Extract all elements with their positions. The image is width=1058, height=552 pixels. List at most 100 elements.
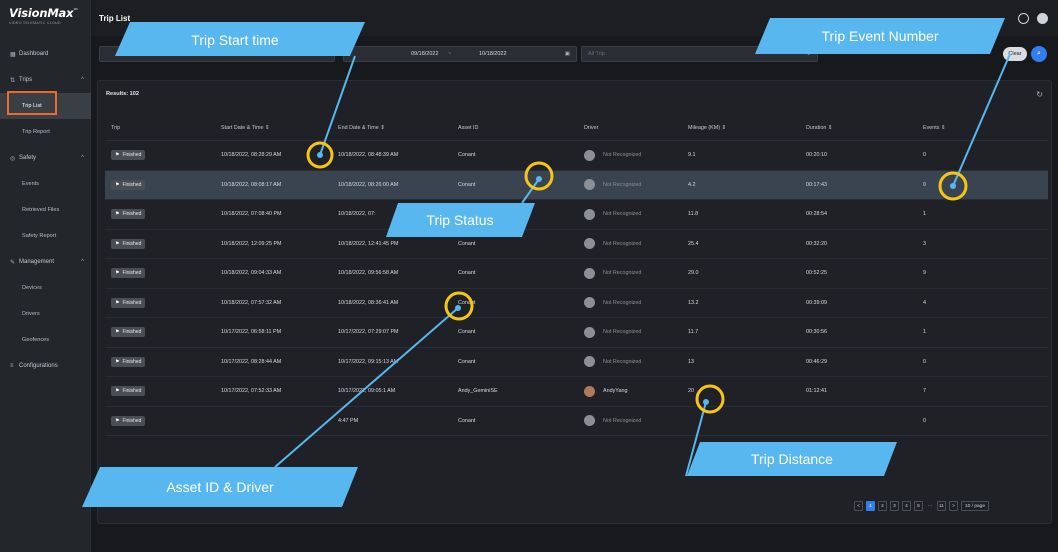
results-count: Results: 102 xyxy=(106,91,139,97)
trip-filter-value: All Trip xyxy=(588,51,605,57)
table-row[interactable]: ⚑ Finished 4:47 PM Conant Not Recognized 0 xyxy=(105,407,1048,436)
sidebar-item-trip-report[interactable]: Trip Report xyxy=(0,119,91,145)
driver-avatar-icon xyxy=(584,238,595,250)
table-row[interactable]: ⚑ Finished 10/18/2022, 07:08:40 PM 10/18/20… xyxy=(105,200,1048,230)
driver-avatar-icon xyxy=(584,208,595,220)
sidebar-item-retrieved-files[interactable]: Retrieved Files xyxy=(0,197,91,223)
flag-icon: ⚑ xyxy=(115,270,120,277)
page-size-select[interactable]: 10 / page xyxy=(961,501,989,511)
page-button[interactable]: 4 xyxy=(902,501,911,511)
flag-icon: ⚑ xyxy=(115,299,120,306)
next-page-icon[interactable]: > xyxy=(949,501,958,511)
sidebar-item-label: Retrieved Files xyxy=(22,207,60,213)
duration-cell: 00:39:09 xyxy=(806,299,827,306)
logo-subtitle: VIDEO TELEMATIC CLOUD xyxy=(9,21,61,25)
results-panel: Results: 102 ↻ Trip Start Date & Time ⇕ En… xyxy=(97,80,1052,524)
sidebar-item-safety[interactable]: ◎ Safety ^ xyxy=(0,145,91,171)
end-cell: 10/17/2022, 09:05:1 AM xyxy=(338,388,396,395)
sidebar-item-events[interactable]: Events xyxy=(0,171,91,197)
search-input[interactable] xyxy=(99,46,335,62)
date-range-picker[interactable]: 09/18/2022 ~ 10/18/2022 ▣ xyxy=(343,46,577,62)
driver-name: Not Recognized xyxy=(603,417,642,424)
table-row[interactable]: ⚑ Finished 10/17/2022, 06:58:11 PM 10/17/20… xyxy=(105,318,1048,348)
table-row[interactable]: ⚑ Finished 10/18/2022, 09:04:33 AM 10/18/20… xyxy=(105,259,1048,289)
safety-icon: ◎ xyxy=(10,155,16,162)
start-cell: 10/18/2022, 07:57:32 AM xyxy=(221,299,282,306)
mileage-cell: 9.1 xyxy=(688,152,696,159)
mileage-cell: 29.0 xyxy=(688,270,699,277)
driver-name: AndyYang xyxy=(603,388,628,395)
search-button[interactable]: ⌕ xyxy=(1031,46,1047,62)
column-header[interactable]: End Date & Time ⇕ xyxy=(338,125,458,131)
events-cell: 0 xyxy=(923,358,926,365)
sidebar-item-label: Management xyxy=(19,259,55,265)
date-to: 10/18/2022 xyxy=(479,51,507,57)
start-cell: 10/18/2022, 12:09:25 PM xyxy=(221,240,282,247)
status-text: Finished xyxy=(122,299,142,306)
sidebar-item-label: Trips xyxy=(19,77,33,83)
refresh-icon[interactable]: ↻ xyxy=(1036,90,1043,99)
sidebar-item-dashboard[interactable]: ▦ Dashboard xyxy=(0,41,91,67)
mileage-cell: 13.2 xyxy=(688,299,699,306)
end-cell: 4:47 PM xyxy=(338,417,359,424)
sidebar-item-trips[interactable]: ⇅ Trips ^ xyxy=(0,67,91,93)
logo[interactable]: VisionMax™ VIDEO TELEMATIC CLOUD xyxy=(9,6,78,25)
sidebar-item-label: Dashboard xyxy=(19,51,49,57)
page-button[interactable]: 5 xyxy=(914,501,923,511)
table-row[interactable]: ⚑ Finished 10/18/2022, 08:28:29 AM 10/18/20… xyxy=(105,141,1048,171)
prev-page-icon[interactable]: < xyxy=(854,501,863,511)
table-row[interactable]: ⚑ Finished 10/17/2022, 08:28:44 AM 10/17/20… xyxy=(105,348,1048,377)
logo-name: VisionMax xyxy=(9,6,74,20)
driver-cell: AndyYang xyxy=(584,385,688,397)
asset-cell: Conant xyxy=(458,181,476,188)
user-avatar-icon[interactable] xyxy=(1037,13,1048,24)
clear-button[interactable]: Clear xyxy=(1003,47,1027,61)
sidebar-item-drivers[interactable]: Drivers xyxy=(0,301,91,327)
sidebar-item-safety-report[interactable]: Safety Report xyxy=(0,223,91,249)
trips-icon: ⇅ xyxy=(10,77,16,84)
start-cell: 10/17/2022, 06:58:11 PM xyxy=(221,329,282,336)
top-header xyxy=(92,0,1058,36)
asset-cell: Conant xyxy=(458,299,476,306)
trip-filter-select[interactable]: All Trip ⌄ xyxy=(581,46,818,62)
help-icon[interactable] xyxy=(1018,13,1029,24)
driver-name: Not Recognized xyxy=(603,358,642,365)
sidebar-item-geofences[interactable]: Geofences xyxy=(0,327,91,353)
dashboard-icon: ▦ xyxy=(10,51,16,58)
driver-cell: Not Recognized xyxy=(584,238,688,250)
column-header[interactable]: Duration ⇕ xyxy=(806,125,923,131)
sidebar-item-label: Safety Report xyxy=(22,233,57,239)
column-header[interactable]: Start Date & Time ⇕ xyxy=(221,125,338,131)
end-cell: 10/18/2022, 08:36:41 AM xyxy=(338,299,399,306)
asset-cell: Conant xyxy=(458,417,476,424)
table-row[interactable]: ⚑ Finished 10/18/2022, 07:57:32 AM 10/18/20… xyxy=(105,289,1048,318)
column-header: Trip xyxy=(111,124,121,131)
flag-icon: ⚑ xyxy=(115,152,120,159)
duration-cell: 00:32:20 xyxy=(806,240,827,247)
table-row[interactable]: ⚑ Finished 10/18/2022, 08:08:17 AM 10/18/20… xyxy=(105,170,1048,200)
driver-avatar-icon xyxy=(584,356,595,368)
table-row[interactable]: ⚑ Finished 10/17/2022, 07:52:33 AM 10/17/20… xyxy=(105,377,1048,407)
page-button[interactable]: 3 xyxy=(890,501,899,511)
trip-status-cell: ⚑ Finished xyxy=(105,356,221,367)
table-row[interactable]: ⚑ Finished 10/18/2022, 12:09:25 PM 10/18/20… xyxy=(105,230,1048,259)
column-header[interactable]: Mileage (KM) ⇕ xyxy=(688,125,806,131)
duration-cell: 00:17:43 xyxy=(806,181,827,188)
sidebar-item-configurations[interactable]: ≡ Configurations xyxy=(0,353,91,379)
start-cell: 10/18/2022, 08:28:29 AM xyxy=(221,152,282,159)
column-header[interactable]: Events ⇕ xyxy=(923,125,1043,131)
chevron-up-icon: ^ xyxy=(81,155,84,161)
duration-cell: 00:28:54 xyxy=(806,211,827,218)
sidebar-item-devices[interactable]: Devices xyxy=(0,275,91,301)
pagination: <1 2 3 4 5 ··· 11 >10 / page xyxy=(854,501,989,511)
duration-cell: 00:30:56 xyxy=(806,329,827,336)
sidebar-item-management[interactable]: ✎ Management ^ xyxy=(0,249,91,275)
status-text: Finished xyxy=(122,211,142,218)
start-cell: 10/17/2022, 07:52:33 AM xyxy=(221,388,282,395)
status-badge: ⚑ Finished xyxy=(111,150,146,161)
page-button[interactable]: 2 xyxy=(878,501,887,511)
page-button[interactable]: 11 xyxy=(937,501,946,511)
page-button[interactable]: 1 xyxy=(866,501,875,511)
column-header: Driver xyxy=(584,124,599,131)
events-cell: 0 xyxy=(923,152,926,159)
